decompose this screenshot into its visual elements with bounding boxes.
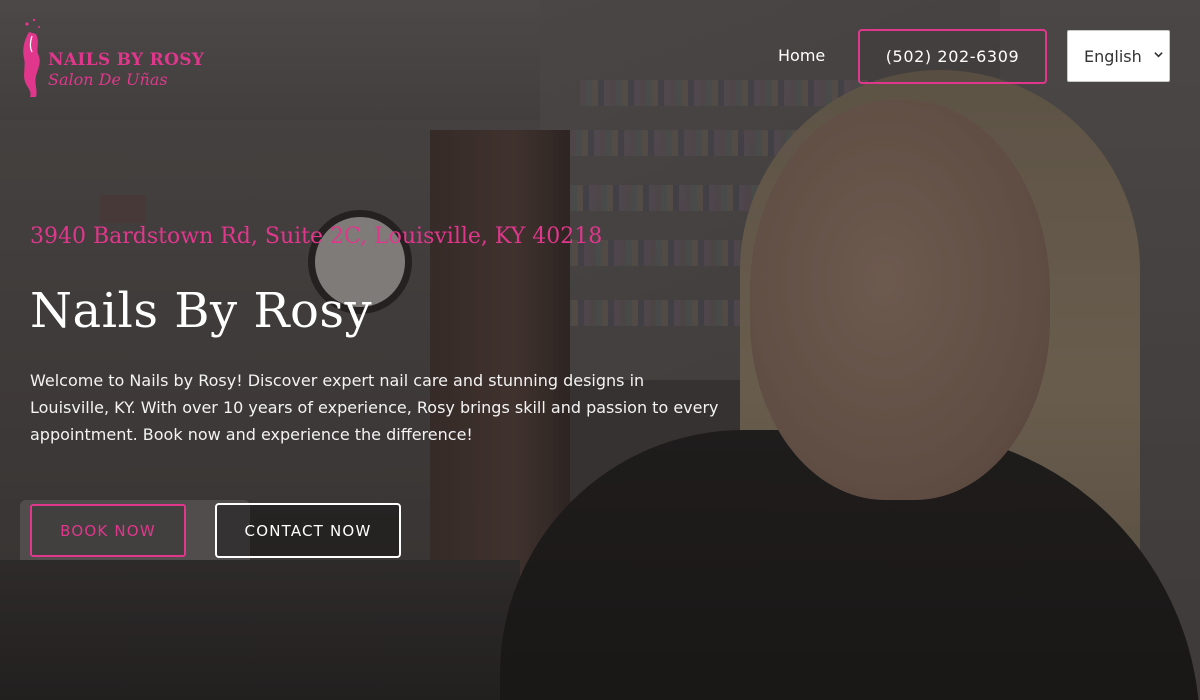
site-logo[interactable]: NAILS BY ROSY Salon De Uñas [18,18,208,100]
book-now-button[interactable]: BOOK NOW [30,504,186,557]
language-select-value: English [1084,46,1142,66]
salon-address: 3940 Bardstown Rd, Suite 2C, Louisville,… [30,224,603,249]
logo-title: NAILS BY ROSY [48,50,205,70]
phone-button[interactable]: (502) 202-6309 [858,29,1047,84]
page-title: Nails By Rosy [30,283,373,339]
logo-subtitle: Salon De Uñas [48,70,168,89]
hand-nail-polish-logo-icon [23,18,40,97]
hero-section: NAILS BY ROSY Salon De Uñas Home (502) 2… [0,0,1200,700]
intro-text: Welcome to Nails by Rosy! Discover exper… [30,371,719,444]
chevron-down-icon [1154,52,1163,58]
nav-home-link[interactable]: Home [778,46,825,65]
contact-now-button[interactable]: CONTACT NOW [215,503,401,558]
bg-dark-overlay [0,0,1200,700]
background-photo [0,0,1200,700]
language-select[interactable]: English [1067,30,1170,82]
